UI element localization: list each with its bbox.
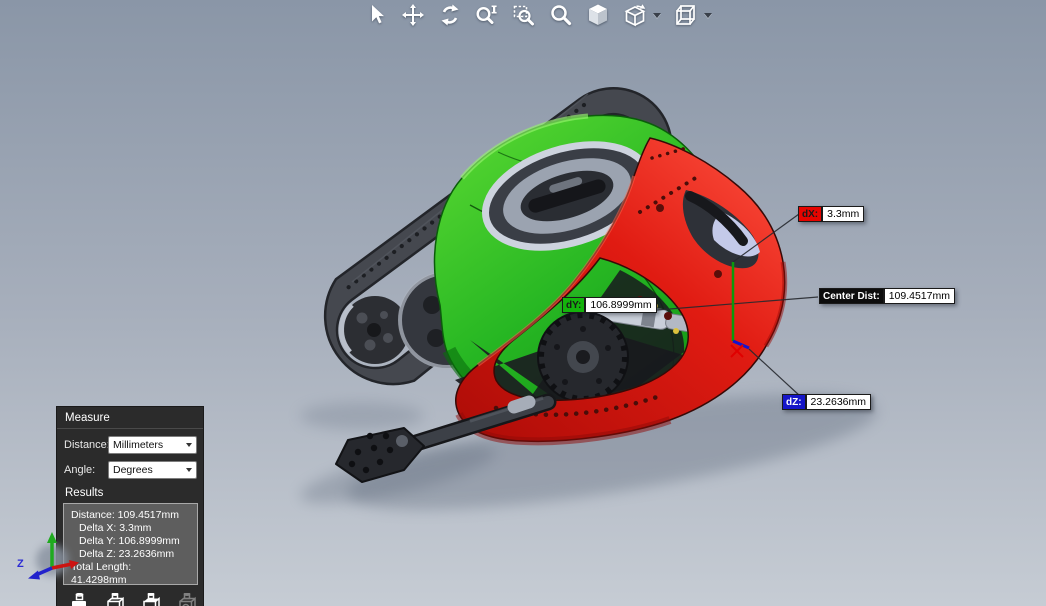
zoom-fit-icon[interactable]: [475, 2, 499, 28]
measure-between-entities-icon[interactable]: [105, 593, 126, 606]
distance-unit-value: Millimeters: [113, 439, 163, 451]
pan-tool-icon[interactable]: [401, 2, 425, 28]
chevron-down-icon: [186, 468, 192, 472]
dz-annotation[interactable]: dZ: 23.2636mm: [782, 394, 871, 410]
center-dist-value: 109.4517mm: [884, 288, 955, 304]
rotate-tool-icon[interactable]: [438, 2, 462, 28]
measure-xyz-icon[interactable]: [141, 593, 162, 606]
zoom-icon[interactable]: [549, 2, 573, 28]
dy-chip: dY:: [562, 297, 585, 313]
shaded-view-icon[interactable]: [586, 2, 610, 28]
edrawings-window: { "window": {"width": 1046, "height": 60…: [0, 0, 1046, 606]
angle-label: Angle:: [64, 464, 108, 476]
center-dist-chip: Center Dist:: [819, 288, 884, 304]
angle-unit-select[interactable]: Degrees: [108, 461, 197, 479]
z-axis-label: Z: [17, 558, 24, 570]
chevron-down-icon: [186, 443, 192, 447]
view-orientation-dropdown-caret[interactable]: [704, 13, 712, 18]
distance-label: Distance:: [64, 439, 108, 451]
view-toolbar: [364, 2, 712, 28]
measure-snapshot-icon: [177, 593, 198, 606]
angle-unit-value: Degrees: [113, 464, 153, 476]
view-orientation-icon[interactable]: [674, 2, 698, 28]
dz-chip: dZ:: [782, 394, 806, 410]
zoom-area-icon[interactable]: [512, 2, 536, 28]
center-dist-annotation[interactable]: Center Dist: 109.4517mm: [819, 288, 955, 304]
results-title: Results: [57, 479, 203, 502]
select-tool-icon[interactable]: [364, 2, 388, 28]
axle-detail: [673, 328, 679, 334]
arm-collar: [514, 402, 529, 407]
dz-value: 23.2636mm: [806, 394, 871, 410]
sprocket-wheel[interactable]: [538, 312, 628, 402]
dz-leader-line: [749, 349, 800, 396]
dy-value: 106.8999mm: [585, 297, 656, 313]
dx-value: 3.3mm: [822, 206, 864, 222]
dy-annotation[interactable]: dY: 106.8999mm: [562, 297, 657, 313]
section-view-icon[interactable]: [623, 2, 647, 28]
section-view-dropdown-caret[interactable]: [653, 13, 661, 18]
distance-unit-select[interactable]: Millimeters: [108, 436, 197, 454]
measure-panel-title: Measure: [57, 407, 203, 429]
dx-annotation[interactable]: dX: 3.3mm: [798, 206, 864, 222]
dx-chip: dX:: [798, 206, 822, 222]
rear-wheel: [341, 296, 409, 364]
